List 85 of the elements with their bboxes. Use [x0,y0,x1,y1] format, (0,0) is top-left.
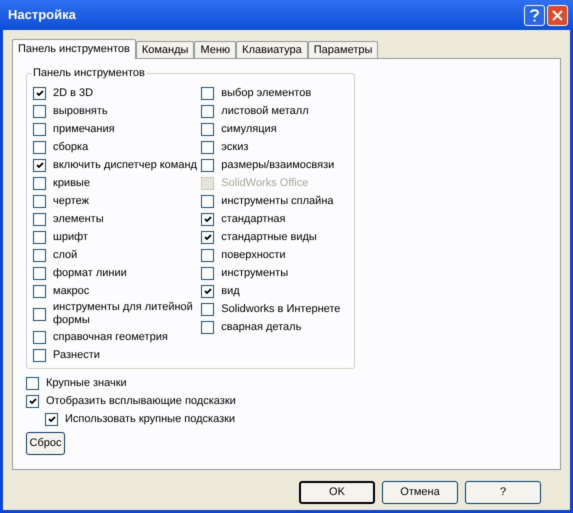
checkbox[interactable] [33,194,46,208]
checkmark-icon [204,216,212,222]
checkbox[interactable] [33,140,46,154]
checkbox-label: Крупные значки [46,376,127,391]
checkbox-label: стандартные виды [221,230,317,244]
checkbox-label: стандартная [221,212,286,226]
checkmark-icon [204,234,212,240]
checkbox-label: инструменты [221,266,288,280]
dialog-button[interactable]: Отмена [382,481,458,504]
checkbox[interactable] [201,158,214,172]
checkbox[interactable] [201,104,214,118]
checkbox-label: макрос [53,284,90,298]
checkbox-label: примечания [53,122,115,136]
tab[interactable]: Панель инструментов [12,39,136,59]
checkbox[interactable] [45,412,58,426]
checkbox[interactable] [33,266,46,280]
checkbox-label: включить диспетчер команд [53,158,197,172]
checkbox[interactable] [201,140,214,154]
checkmark-icon [36,162,44,168]
help-button[interactable] [524,4,545,26]
checkbox-label: поверхности [221,248,286,262]
checkbox-label: Solidworks в Интернете [221,302,340,316]
checkbox-label: симуляция [221,122,277,136]
tab[interactable]: Параметры [308,41,378,58]
checkbox[interactable] [201,320,214,334]
checkbox-label: SolidWorks Office [221,176,308,190]
checkbox-label: формат линии [53,266,127,280]
checkbox-label: инструменты сплайна [221,194,334,208]
dialog-button[interactable]: OK [299,481,375,504]
checkbox-label: листовой металл [221,104,309,118]
checkbox-label: выбор элементов [221,86,312,100]
checkbox-label: Использовать крупные подсказки [65,412,236,427]
checkbox[interactable] [33,104,46,118]
checkbox[interactable] [33,248,46,262]
checkbox[interactable] [26,376,39,390]
window-title: Настройка [8,6,77,24]
checkbox[interactable] [26,394,39,408]
tab[interactable]: Меню [194,41,236,58]
checkbox-label: эскиз [221,140,248,154]
checkbox[interactable] [201,212,214,226]
reset-button[interactable]: Сброс [26,432,65,455]
checkmark-icon [36,90,44,96]
checkbox-label: Отобразить всплывающие подсказки [46,394,236,409]
tab[interactable]: Клавиатура [236,41,308,58]
checkbox[interactable] [201,266,214,280]
checkbox[interactable] [33,122,46,136]
checkbox-label: вид [221,284,240,298]
checkbox-label: кривые [53,176,90,190]
checkbox-label: элементы [53,212,104,226]
help-icon [530,8,539,22]
checkbox-label: инструменты для литейной формы [53,301,194,327]
checkbox[interactable] [33,230,46,244]
checkbox[interactable] [201,284,214,298]
checkbox-label: слой [53,248,78,262]
checkbox-label: справочная геометрия [53,330,168,344]
checkbox[interactable] [201,230,214,244]
checkbox-label: сборка [53,140,88,154]
checkbox[interactable] [33,308,46,320]
checkbox[interactable] [201,122,214,136]
checkbox-label: выровнять [53,104,108,118]
checkbox[interactable] [201,86,214,100]
checkbox-label: чертеж [53,194,89,208]
checkbox-label: 2D в 3D [53,86,94,100]
checkbox[interactable] [33,330,46,344]
group-title: Панель инструментов [32,67,146,80]
close-icon [552,10,563,20]
dialog-button[interactable]: ? [465,481,541,504]
checkbox-label: сварная деталь [221,320,302,334]
checkbox[interactable] [201,194,214,208]
checkbox[interactable] [33,212,46,226]
tab[interactable]: Команды [136,41,194,58]
checkmark-icon [48,416,56,422]
close-button[interactable] [547,4,568,26]
checkmark-icon [204,288,212,294]
checkbox[interactable] [201,248,214,262]
checkbox[interactable] [33,348,46,362]
checkbox[interactable] [33,86,46,100]
checkbox[interactable] [201,302,214,316]
checkbox-label: размеры/взаимосвязи [221,158,334,172]
checkmark-icon [28,398,36,404]
checkbox-label: Разнести [53,348,100,362]
checkbox[interactable] [33,284,46,298]
checkbox[interactable] [33,176,46,190]
checkbox[interactable] [33,158,46,172]
checkbox-label: шрифт [53,230,88,244]
